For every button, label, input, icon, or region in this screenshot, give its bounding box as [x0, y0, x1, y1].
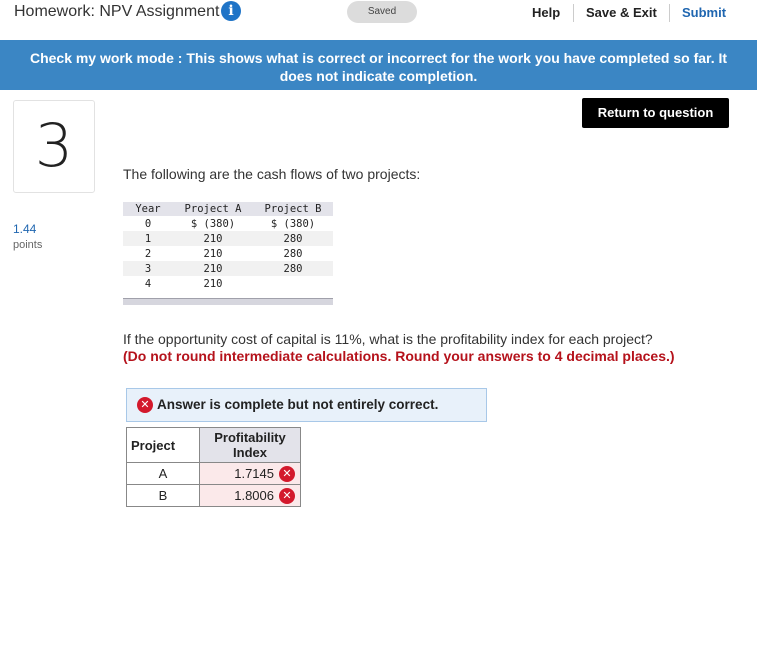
nav-divider [669, 4, 670, 22]
submit-link[interactable]: Submit [682, 5, 726, 20]
answer-value: 1.8006 [234, 488, 274, 503]
x-circle-icon: ✕ [279, 466, 295, 482]
project-a-cell: $ (380) [190, 217, 236, 230]
project-a-cell: 210 [203, 247, 223, 260]
column-header-project-a: Project A [173, 202, 253, 216]
project-b-cell: 280 [253, 261, 333, 276]
project-b-cell: 280 [253, 231, 333, 246]
assignment-title: Homework: NPV Assignment [14, 3, 220, 20]
answer-status-text: Answer is complete but not entirely corr… [157, 397, 439, 412]
year-cell: 1 [123, 231, 173, 246]
profitability-index-input[interactable]: 1.7145 ✕ [199, 462, 301, 485]
answer-status-box: ✕ Answer is complete but not entirely co… [126, 388, 487, 422]
project-cell: A [126, 462, 200, 485]
check-my-work-banner: Check my work mode : This shows what is … [0, 40, 757, 90]
top-bar: Homework: NPV Assignment i Saved Help Sa… [0, 0, 757, 26]
table-row: B 1.8006 ✕ [126, 484, 301, 507]
project-a-cell: 210 [203, 277, 223, 290]
help-link[interactable]: Help [532, 5, 560, 20]
table-row: 3 210 280 [123, 261, 333, 276]
project-a-cell: 210 [173, 231, 253, 246]
project-b-cell: 280 [283, 247, 303, 260]
return-to-question-button[interactable]: Return to question [582, 98, 729, 128]
answer-table: Project Profitability Index A 1.7145 ✕ B… [126, 427, 301, 507]
cash-flow-table: Year Project A Project B 0 $ (380) $ (38… [123, 202, 333, 291]
year-cell: 0 [144, 217, 152, 230]
column-header-project: Project [126, 427, 200, 463]
save-exit-link[interactable]: Save & Exit [586, 5, 657, 20]
question-text: If the opportunity cost of capital is 11… [123, 331, 653, 347]
table-row: 4 210 [123, 276, 333, 291]
points-value: 1.44 [13, 222, 37, 236]
profitability-index-input[interactable]: 1.8006 ✕ [199, 484, 301, 507]
project-b-cell: $ (380) [270, 217, 316, 230]
table-row: 1 210 280 [123, 231, 333, 246]
question-number: 3 [34, 111, 74, 181]
project-b-cell [253, 276, 333, 291]
saved-status-badge: Saved [347, 1, 417, 23]
project-cell: B [126, 484, 200, 507]
nav-divider [573, 4, 574, 22]
column-header-profitability-index: Profitability Index [199, 427, 301, 463]
table-row: 2 210 280 [123, 246, 333, 261]
answer-value: 1.7145 [234, 466, 274, 481]
year-cell: 2 [144, 247, 152, 260]
table-row: 0 $ (380) $ (380) [123, 216, 333, 231]
intro-text: The following are the cash flows of two … [123, 166, 421, 182]
column-header-year: Year [123, 202, 173, 216]
column-header-project-b: Project B [253, 202, 333, 216]
question-number-box: 3 [13, 100, 95, 193]
x-circle-icon: ✕ [279, 488, 295, 504]
table-row: A 1.7145 ✕ [126, 462, 301, 485]
instruction-text: (Do not round intermediate calculations.… [123, 348, 675, 364]
project-a-cell: 210 [173, 261, 253, 276]
points-label: points [13, 239, 43, 251]
x-circle-icon: ✕ [137, 397, 153, 413]
table-footer-bar [123, 298, 333, 305]
info-icon[interactable]: i [221, 1, 241, 21]
year-cell: 4 [144, 277, 152, 290]
year-cell: 3 [123, 261, 173, 276]
